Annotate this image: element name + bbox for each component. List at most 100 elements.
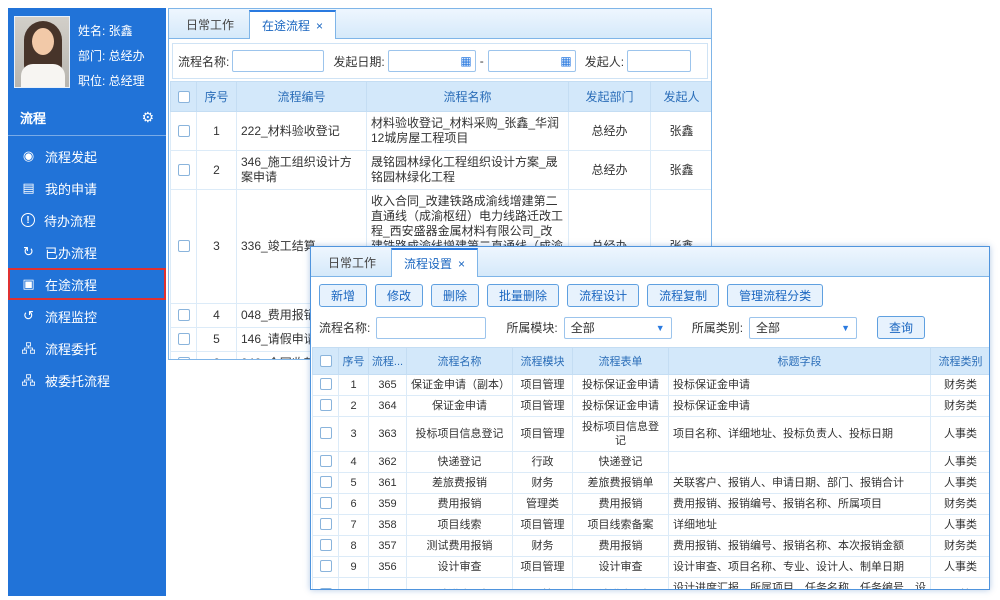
calendar-icon[interactable]: ▦ [460,54,471,68]
row-checkbox[interactable] [313,452,339,473]
row-checkbox[interactable] [313,578,339,591]
tab-in-transit[interactable]: 在途流程× [249,10,336,39]
date-to-input[interactable]: ▦ [488,50,576,72]
process-copy-button[interactable]: 流程复制 [647,284,719,307]
row-checkbox[interactable] [171,190,197,304]
column-header[interactable]: 发起人 [651,82,713,112]
column-header[interactable]: 序号 [339,348,369,375]
row-checkbox[interactable] [313,417,339,452]
search-button[interactable]: 查询 [877,316,925,339]
table-row[interactable]: 3363投标项目信息登记项目管理投标项目信息登记项目名称、详细地址、投标负责人、… [313,417,991,452]
cell: 投标项目信息登记 [573,417,669,452]
table-row[interactable]: 1222_材料验收登记材料验收登记_材料采购_张鑫_华润12城房屋工程项目总经办… [171,112,713,151]
tab-daily-work[interactable]: 日常工作 [315,247,389,276]
table-row[interactable]: 4362快递登记行政快递登记人事类 [313,452,991,473]
calendar-icon[interactable]: ▦ [560,54,571,68]
cell: 财务类 [931,494,991,515]
process-name-input[interactable] [232,50,324,72]
cell: 设计进度汇报 [573,578,669,591]
initiator-input[interactable] [627,50,691,72]
modify-button[interactable]: 修改 [375,284,423,307]
sidebar-item-my-applications[interactable]: ▤我的申请 [8,172,166,204]
column-header[interactable]: 流程编号 [237,82,367,112]
row-checkbox[interactable] [171,151,197,190]
profile-card: 姓名: 张鑫 部门: 总经办 职位: 总经理 [8,8,166,100]
row-checkbox[interactable] [313,396,339,417]
sidebar-item-process-initiate[interactable]: ◉流程发起 [8,140,166,172]
column-header[interactable]: 序号 [197,82,237,112]
cell: 晟铭园林绿化工程组织设计方案_晟铭园林绿化工程 [367,151,569,190]
cell: 管理类 [513,494,573,515]
broadcast-icon: ◉ [21,148,36,164]
row-checkbox[interactable] [313,515,339,536]
cell: 项目管理 [513,515,573,536]
cell: 总经办 [569,112,651,151]
sidebar-item-process-monitor[interactable]: ↺流程监控 [8,300,166,332]
tab-daily-work[interactable]: 日常工作 [173,9,247,38]
sidebar-item-process-delegation[interactable]: 流程委托 [8,332,166,364]
transit-icon: ▣ [21,276,36,292]
column-header[interactable]: 流程... [369,348,407,375]
row-checkbox[interactable] [171,112,197,151]
column-header[interactable]: 流程模块 [513,348,573,375]
manage-process-categories-button[interactable]: 管理流程分类 [727,284,823,307]
tab-process-settings[interactable]: 流程设置× [391,248,478,277]
batch-delete-button[interactable]: 批量删除 [487,284,559,307]
sidebar-menu: ◉流程发起▤我的申请!待办流程↻已办流程▣在途流程↺流程监控流程委托被委托流程 [8,136,166,396]
table-row[interactable]: 5361差旅费报销财务差旅费报销单关联客户、报销人、申请日期、部门、报销合计人事… [313,473,991,494]
tab-close-icon[interactable]: × [458,258,465,270]
row-checkbox[interactable] [313,473,339,494]
sidebar-item-completed-processes[interactable]: ↻已办流程 [8,236,166,268]
row-checkbox[interactable] [313,494,339,515]
cell: 3 [339,417,369,452]
cell: 项目名称、详细地址、投标负责人、投标日期 [669,417,931,452]
column-header[interactable]: 标题字段 [669,348,931,375]
column-header[interactable]: 流程表单 [573,348,669,375]
process-settings-table: 序号流程...流程名称流程模块流程表单标题字段流程类别1365保证金申请（副本）… [312,347,990,590]
tab-close-icon[interactable]: × [316,20,323,32]
sidebar-item-in-transit-processes[interactable]: ▣在途流程 [8,268,166,300]
date-range-separator: - [479,54,485,68]
table-row[interactable]: 7358项目线索项目管理项目线索备案详细地址人事类 [313,515,991,536]
process-name-input[interactable] [376,317,486,339]
process-design-button[interactable]: 流程设计 [567,284,639,307]
sidebar-item-delegated-processes[interactable]: 被委托流程 [8,364,166,396]
checkbox-icon [320,560,332,572]
checkbox-icon [178,164,190,176]
row-checkbox[interactable] [313,536,339,557]
table-row[interactable]: 2364保证金申请项目管理投标保证金申请投标保证金申请财务类 [313,396,991,417]
checkbox-icon [178,333,190,345]
column-header[interactable]: 流程类别 [931,348,991,375]
row-checkbox[interactable] [171,352,197,361]
date-from-input[interactable]: ▦ [388,50,476,72]
delete-button[interactable]: 删除 [431,284,479,307]
process-name-label: 流程名称: [178,53,229,70]
checkbox-icon [320,378,332,390]
select-all-checkbox[interactable] [171,82,197,112]
column-header[interactable]: 流程名称 [407,348,513,375]
add-button[interactable]: 新增 [319,284,367,307]
cell: 8 [339,536,369,557]
gear-icon[interactable]: ⚙ [141,109,154,126]
cell: 设计进度汇报、所属项目、任务名称、任务编号、设计人、汇报人、汇报日期 [669,578,931,591]
table-row[interactable]: 2346_施工组织设计方案申请晟铭园林绿化工程组织设计方案_晟铭园林绿化工程总经… [171,151,713,190]
select-all-checkbox[interactable] [313,348,339,375]
table-row[interactable]: 1365保证金申请（副本）项目管理投标保证金申请投标保证金申请财务类 [313,375,991,396]
sidebar-item-pending-processes[interactable]: !待办流程 [8,204,166,236]
row-checkbox[interactable] [171,328,197,352]
table-row[interactable]: 6359费用报销管理类费用报销费用报销、报销编号、报销名称、所属项目财务类 [313,494,991,515]
table-row[interactable]: 8357测试费用报销财务费用报销费用报销、报销编号、报销名称、本次报销金额财务类 [313,536,991,557]
column-header[interactable]: 流程名称 [367,82,569,112]
module-select[interactable]: 全部 ▼ [564,317,672,339]
row-checkbox[interactable] [171,304,197,328]
column-header[interactable]: 发起部门 [569,82,651,112]
category-select[interactable]: 全部 ▼ [749,317,857,339]
table-row[interactable]: 10355设计进度汇报项目管理设计进度汇报设计进度汇报、所属项目、任务名称、任务… [313,578,991,591]
row-checkbox[interactable] [313,557,339,578]
cell: 张鑫 [651,151,713,190]
initiator-label: 发起人: [585,53,624,70]
cell: 359 [369,494,407,515]
row-checkbox[interactable] [313,375,339,396]
table-row[interactable]: 9356设计审查项目管理设计审查设计审查、项目名称、专业、设计人、制单日期人事类 [313,557,991,578]
cell: 361 [369,473,407,494]
